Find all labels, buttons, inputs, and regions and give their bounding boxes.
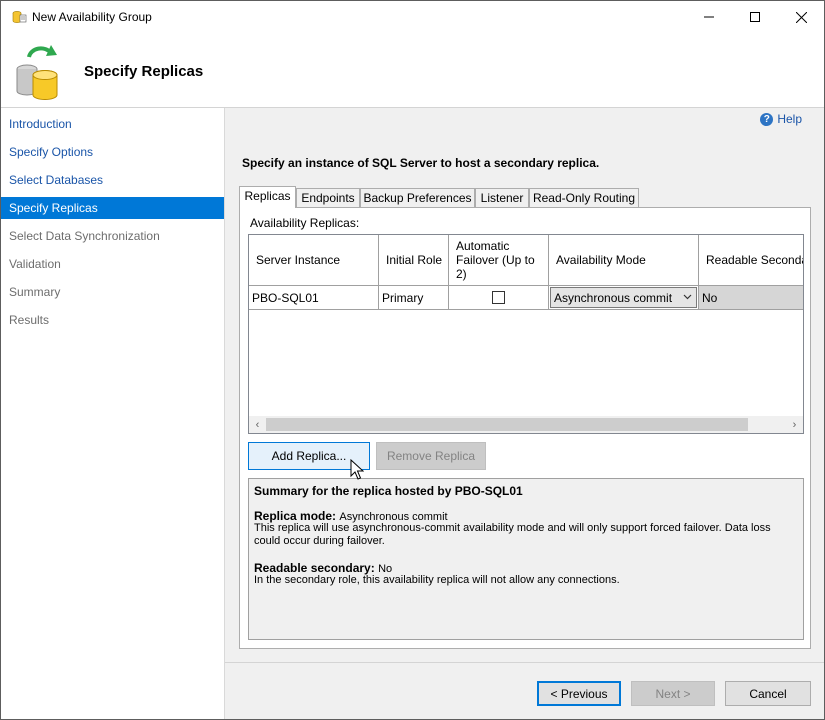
scrollbar-thumb[interactable] [266,418,748,431]
tab-replicas[interactable]: Replicas [239,186,296,208]
tab-endpoints[interactable]: Endpoints [296,188,360,207]
availability-mode-select[interactable]: Asynchronous commit [550,287,697,308]
tab-backup-preferences[interactable]: Backup Preferences [360,188,475,207]
cancel-button[interactable]: Cancel [725,681,811,706]
instruction-text: Specify an instance of SQL Server to hos… [242,156,600,170]
column-header-readable-secondary[interactable]: Readable Secondar [699,235,803,286]
column-header-automatic-failover[interactable]: Automatic Failover (Up to 2) [449,235,549,286]
close-button[interactable] [778,1,824,33]
wizard-sidebar: Introduction Specify Options Select Data… [1,108,225,719]
replica-mode-label: Replica mode: [254,509,337,523]
replica-summary-panel: Summary for the replica hosted by PBO-SQ… [248,478,804,640]
cell-automatic-failover [449,286,549,310]
replicas-tab-panel: Availability Replicas: Server Instance I… [239,207,811,649]
cell-readable-secondary[interactable]: No [699,286,803,310]
help-icon: ? [760,112,774,126]
column-header-server-instance[interactable]: Server Instance [249,235,379,286]
readable-secondary-line: Readable secondary: No [254,561,392,575]
sidebar-item-validation: Validation [9,257,61,271]
help-link[interactable]: ? Help [760,112,802,126]
maximize-button[interactable] [732,1,778,33]
tab-listener[interactable]: Listener [475,188,529,207]
maximize-icon [750,12,760,22]
previous-button[interactable]: < Previous [537,681,621,706]
column-header-initial-role[interactable]: Initial Role [379,235,449,286]
automatic-failover-checkbox[interactable] [492,291,505,304]
tab-read-only-routing[interactable]: Read-Only Routing [529,188,639,207]
cell-initial-role[interactable]: Primary [379,286,449,310]
wizard-header: Specify Replicas [1,33,824,107]
sidebar-item-summary: Summary [9,285,61,299]
chevron-down-icon [683,294,692,300]
horizontal-scrollbar[interactable]: ‹ › [249,416,803,433]
close-icon [795,11,807,23]
column-header-availability-mode[interactable]: Availability Mode [549,235,699,286]
availability-mode-value: Asynchronous commit [554,290,673,305]
sidebar-item-select-databases[interactable]: Select Databases [1,169,224,191]
scroll-right-icon[interactable]: › [786,416,803,433]
cell-server-instance[interactable]: PBO-SQL01 [249,286,379,310]
main-content: ? Help Specify an instance of SQL Server… [225,108,824,663]
app-icon [12,11,27,23]
readable-secondary-description: In the secondary role, this availability… [254,574,620,586]
replica-mode-line: Replica mode: Asynchronous commit [254,509,448,523]
help-label: Help [777,112,802,126]
sidebar-item-select-data-synchronization: Select Data Synchronization [9,229,160,243]
replicas-grid[interactable]: Server Instance Initial Role Automatic F… [248,234,804,434]
sidebar-item-introduction[interactable]: Introduction [1,113,224,135]
minimize-button[interactable] [686,1,732,33]
availability-replicas-label: Availability Replicas: [250,216,360,230]
summary-title: Summary for the replica hosted by PBO-SQ… [254,484,523,498]
sidebar-item-specify-replicas[interactable]: Specify Replicas [1,197,224,219]
sidebar-item-results: Results [9,313,50,327]
minimize-icon [704,16,714,18]
dialog-window: New Availability Group Specify Replicas … [0,0,825,720]
page-title: Specify Replicas [84,63,204,80]
mouse-cursor-icon [350,459,364,480]
replica-mode-description: This replica will use asynchronous-commi… [254,522,771,547]
database-sync-icon [16,45,58,100]
next-button: Next > [631,681,715,706]
window-title: New Availability Group [32,10,152,24]
title-bar[interactable]: New Availability Group [1,1,824,33]
sidebar-item-specify-options[interactable]: Specify Options [1,141,224,163]
remove-replica-button: Remove Replica [376,442,486,470]
cell-availability-mode: Asynchronous commit [549,286,699,310]
scroll-left-icon[interactable]: ‹ [249,416,266,433]
readable-secondary-label: Readable secondary: [254,561,375,575]
wizard-footer: < Previous Next > Cancel [225,663,824,719]
